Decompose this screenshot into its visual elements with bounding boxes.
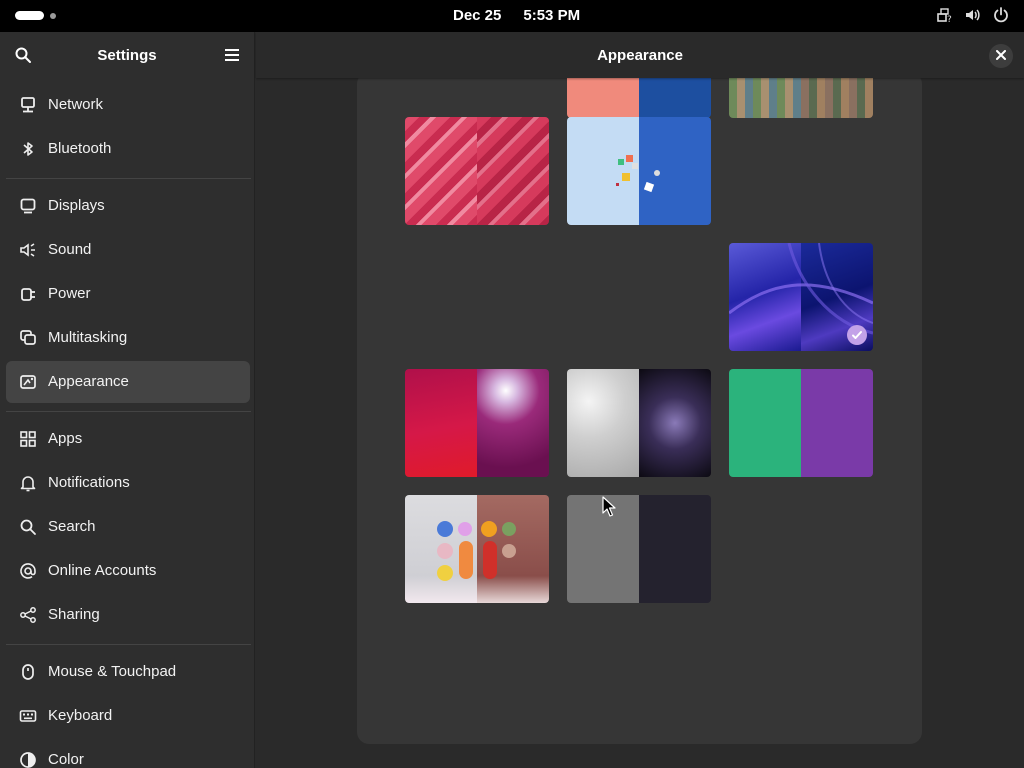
- sidebar-item-power[interactable]: Power: [6, 273, 250, 315]
- wallpaper-blocks-blue[interactable]: [567, 117, 711, 225]
- volume-icon: [964, 6, 982, 24]
- network-question-icon: ?: [936, 6, 954, 24]
- network-icon: [19, 96, 37, 114]
- sidebar-item-multitasking[interactable]: Multitasking: [6, 317, 250, 359]
- page-title: Appearance: [597, 47, 683, 64]
- svg-text:?: ?: [947, 15, 952, 24]
- content-header: Appearance: [256, 32, 1024, 78]
- sidebar-item-mouse-touchpad[interactable]: Mouse & Touchpad: [6, 651, 250, 693]
- mouse-icon: [19, 663, 37, 681]
- sound-icon: [19, 241, 37, 259]
- clock[interactable]: Dec 25 5:53 PM: [453, 7, 580, 24]
- apps-icon: [19, 430, 37, 448]
- share-icon: [19, 606, 37, 624]
- clock-date: Dec 25: [453, 7, 502, 24]
- sidebar-item-label: Apps: [48, 430, 83, 447]
- sidebar-item-label: Sharing: [48, 606, 100, 623]
- power-plug-icon: [19, 285, 37, 303]
- sidebar-header: Settings: [0, 32, 254, 78]
- system-tray[interactable]: ?: [936, 6, 1010, 24]
- bluetooth-icon: [19, 140, 37, 158]
- bell-icon: [19, 474, 37, 492]
- clock-time: 5:53 PM: [523, 7, 581, 24]
- sidebar-item-label: Search: [48, 518, 96, 535]
- keyboard-icon: [19, 707, 37, 725]
- sidebar-item-online-accounts[interactable]: Online Accounts: [6, 550, 250, 592]
- sidebar-item-label: Online Accounts: [48, 562, 157, 579]
- wallpaper-panel: [357, 72, 922, 744]
- sidebar-item-label: Notifications: [48, 474, 130, 491]
- display-icon: [19, 197, 37, 215]
- wallpaper-waves-blue[interactable]: [729, 243, 873, 351]
- sidebar-item-label: Bluetooth: [48, 140, 112, 157]
- sidebar-item-label: Appearance: [48, 373, 129, 390]
- close-button[interactable]: [989, 44, 1013, 68]
- sidebar-item-network[interactable]: Network: [6, 84, 250, 126]
- sidebar-item-label: Sound: [48, 241, 92, 258]
- sidebar-item-appearance[interactable]: Appearance: [6, 361, 250, 403]
- wallpaper-partial-1[interactable]: [567, 72, 711, 118]
- power-icon: [992, 6, 1010, 24]
- wallpaper-red-purple[interactable]: [405, 369, 549, 477]
- sidebar-item-search[interactable]: Search: [6, 506, 250, 548]
- selected-check-icon: [847, 325, 867, 345]
- wallpaper-partial-2[interactable]: [729, 72, 873, 118]
- sidebar-item-label: Mouse & Touchpad: [48, 663, 177, 680]
- wallpaper-fidgets[interactable]: [405, 495, 549, 603]
- appearance-icon: [19, 373, 37, 391]
- multitasking-icon: [19, 329, 37, 347]
- sidebar-item-bluetooth[interactable]: Bluetooth: [6, 128, 250, 170]
- sidebar-item-label: Power: [48, 285, 91, 302]
- sidebar-item-label: Keyboard: [48, 707, 113, 724]
- sidebar-item-apps[interactable]: Apps: [6, 418, 250, 460]
- sidebar-item-label: Network: [48, 96, 104, 113]
- color-icon: [19, 751, 37, 768]
- sidebar-separator: [6, 644, 251, 645]
- search-icon: [19, 518, 37, 536]
- sidebar-item-sharing[interactable]: Sharing: [6, 594, 250, 636]
- top-bar: Dec 25 5:53 PM ?: [0, 0, 1024, 32]
- sidebar-item-sound[interactable]: Sound: [6, 229, 250, 271]
- workspace-indicator-active: [15, 11, 44, 20]
- close-icon: [996, 47, 1006, 65]
- activities-button[interactable]: [15, 11, 56, 20]
- sidebar-title: Settings: [97, 47, 157, 64]
- wallpaper-glass[interactable]: [567, 369, 711, 477]
- sidebar-item-keyboard[interactable]: Keyboard: [6, 695, 250, 737]
- sidebar-item-label: Multitasking: [48, 329, 128, 346]
- settings-window: Settings Network Bluetooth Displays Soun…: [0, 32, 1024, 768]
- sidebar-item-notifications[interactable]: Notifications: [6, 462, 250, 504]
- mouse-cursor-icon: [602, 496, 616, 517]
- sidebar-item-label: Displays: [48, 197, 105, 214]
- at-icon: [19, 562, 37, 580]
- hamburger-menu-icon[interactable]: [224, 47, 240, 68]
- sidebar: Settings Network Bluetooth Displays Soun…: [0, 32, 255, 768]
- sidebar-item-label: Color: [48, 751, 84, 768]
- workspace-indicator: [50, 12, 56, 19]
- sidebar-item-displays[interactable]: Displays: [6, 185, 250, 227]
- sidebar-item-color[interactable]: Color: [6, 739, 250, 768]
- wallpaper-pills-pink[interactable]: [405, 117, 549, 225]
- sidebar-separator: [6, 411, 251, 412]
- wallpaper-green-purple[interactable]: [729, 369, 873, 477]
- sidebar-separator: [6, 178, 251, 179]
- wallpaper-gray-navy[interactable]: [567, 495, 711, 603]
